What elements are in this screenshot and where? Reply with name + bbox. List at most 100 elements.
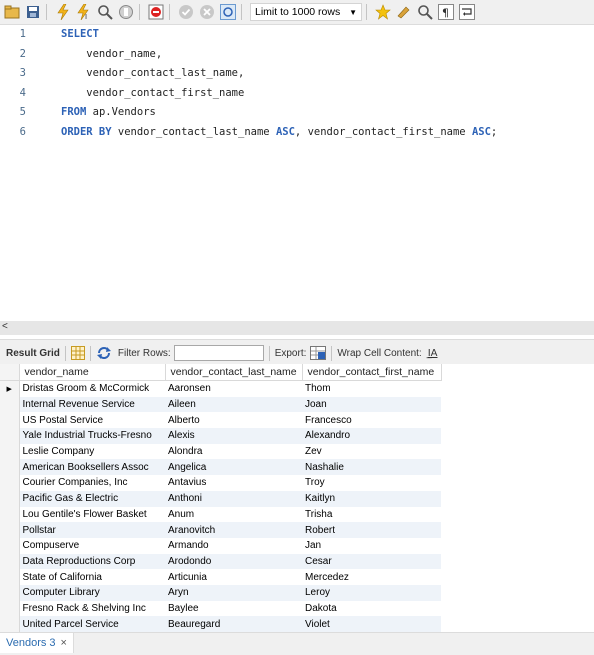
table-cell[interactable]: Dakota	[302, 600, 441, 617]
table-row[interactable]: Computer Library Aryn Leroy	[0, 584, 441, 601]
execute-current-icon[interactable]: I	[75, 3, 93, 21]
table-row[interactable]: ▶ Dristas Groom & McCormick Aaronsen Thom	[0, 380, 441, 397]
beautify-brush-icon[interactable]	[395, 3, 413, 21]
column-header[interactable]: vendor_contact_first_name	[302, 364, 442, 381]
table-cell[interactable]: Pollstar	[19, 522, 165, 538]
table-cell[interactable]: Alondra	[165, 443, 302, 460]
table-row[interactable]: Courier Companies, Inc Antavius Troy	[0, 475, 441, 491]
table-row[interactable]: Yale Industrial Trucks-Fresno Alexis Alexa…	[0, 428, 441, 444]
table-row[interactable]: State of California Articunia Mercedez	[0, 569, 441, 585]
table-cell[interactable]: Jan	[302, 537, 441, 554]
table-cell[interactable]: Alberto	[165, 412, 302, 429]
table-row[interactable]: Lou Gentile's Flower Basket Anum Trisha	[0, 506, 441, 523]
explain-icon[interactable]	[96, 3, 114, 21]
table-cell[interactable]: Anthoni	[165, 490, 302, 507]
table-cell[interactable]: Internal Revenue Service	[19, 396, 165, 413]
table-cell[interactable]: Angelica	[165, 459, 302, 476]
row-selector[interactable]	[0, 443, 20, 460]
code-line[interactable]: 1 SELECT	[0, 25, 594, 44]
table-cell[interactable]: Kaitlyn	[302, 490, 441, 507]
table-row[interactable]: US Postal Service Alberto Francesco	[0, 412, 441, 429]
wrap-cell-icon[interactable]: I̲A	[428, 348, 438, 359]
filter-rows-input[interactable]	[173, 345, 264, 361]
row-selector[interactable]	[0, 506, 20, 523]
stop-icon[interactable]	[117, 3, 135, 21]
table-cell[interactable]: Baylee	[165, 600, 302, 617]
grid-view-icon[interactable]	[70, 346, 85, 360]
table-cell[interactable]: Aranovitch	[165, 522, 302, 538]
table-row[interactable]: United Parcel Service Beauregard Violet	[0, 616, 441, 632]
result-grid[interactable]: vendor_name vendor_contact_last_name ven…	[0, 364, 594, 632]
table-cell[interactable]: Aileen	[165, 396, 302, 413]
table-cell[interactable]: Anum	[165, 506, 302, 523]
table-cell[interactable]: Trisha	[302, 506, 441, 523]
word-wrap-icon[interactable]	[458, 3, 476, 21]
code-line[interactable]: 3 vendor_contact_last_name,	[0, 64, 594, 83]
limit-rows-select[interactable]: Limit to 1000 rows ▼	[250, 3, 362, 21]
commit-icon[interactable]	[177, 3, 195, 21]
row-selector[interactable]	[0, 600, 20, 617]
table-cell[interactable]: Compuserve	[19, 537, 165, 554]
table-cell[interactable]: Pacific Gas & Electric	[19, 490, 165, 507]
table-row[interactable]: Fresno Rack & Shelving Inc Baylee Dakota	[0, 600, 441, 617]
sql-editor[interactable]: 1 SELECT 2 vendor_name, 3 vendor_contact_la…	[0, 25, 594, 321]
row-selector[interactable]	[0, 616, 20, 632]
table-cell[interactable]: Thom	[302, 380, 441, 397]
table-cell[interactable]: Nashalie	[302, 459, 441, 476]
result-tab[interactable]: Vendors 3 ×	[0, 633, 74, 653]
code-line[interactable]: 6 ORDER BY vendor_contact_last_name ASC, …	[0, 123, 594, 142]
table-cell[interactable]: Beauregard	[165, 616, 302, 632]
find-icon[interactable]	[416, 3, 434, 21]
code-line[interactable]: 4 vendor_contact_first_name	[0, 84, 594, 103]
row-selector[interactable]	[0, 553, 20, 570]
table-cell[interactable]: United Parcel Service	[19, 616, 165, 632]
table-row[interactable]: Pacific Gas & Electric Anthoni Kaitlyn	[0, 490, 441, 507]
rollback-icon[interactable]	[198, 3, 216, 21]
code-line[interactable]: 5 FROM ap.Vendors	[0, 103, 594, 122]
row-selector[interactable]	[0, 569, 20, 585]
table-cell[interactable]: American Booksellers Assoc	[19, 459, 165, 476]
add-snippet-star-icon[interactable]	[374, 3, 392, 21]
save-icon[interactable]	[24, 3, 42, 21]
table-row[interactable]: Compuserve Armando Jan	[0, 537, 441, 554]
table-cell[interactable]: Dristas Groom & McCormick	[19, 380, 165, 397]
table-row[interactable]: Pollstar Aranovitch Robert	[0, 522, 441, 538]
row-selector[interactable]	[0, 490, 20, 507]
table-cell[interactable]: Courier Companies, Inc	[19, 475, 165, 491]
row-selector[interactable]	[0, 396, 20, 413]
export-icon[interactable]	[310, 346, 327, 360]
table-cell[interactable]: Alexandro	[302, 428, 441, 444]
editor-horizontal-scrollbar[interactable]: <	[0, 321, 594, 335]
table-cell[interactable]: Aryn	[165, 584, 302, 601]
table-cell[interactable]: Yale Industrial Trucks-Fresno	[19, 428, 165, 444]
table-cell[interactable]: Mercedez	[302, 569, 441, 585]
table-cell[interactable]: Data Reproductions Corp	[19, 553, 165, 570]
table-cell[interactable]: Leslie Company	[19, 443, 165, 460]
code-line[interactable]: 2 vendor_name,	[0, 45, 594, 64]
row-selector[interactable]	[0, 537, 20, 554]
scroll-left-arrow[interactable]: <	[2, 321, 8, 332]
row-selector[interactable]	[0, 475, 20, 491]
execute-icon[interactable]	[54, 3, 72, 21]
table-cell[interactable]: Cesar	[302, 553, 441, 570]
table-cell[interactable]: Joan	[302, 396, 441, 413]
table-cell[interactable]: Articunia	[165, 569, 302, 585]
table-cell[interactable]: Computer Library	[19, 584, 165, 601]
row-selector[interactable]: ▶	[0, 380, 20, 397]
table-cell[interactable]: Violet	[302, 616, 441, 632]
table-row[interactable]: Data Reproductions Corp Arodondo Cesar	[0, 553, 441, 570]
toggle-error-stop-icon[interactable]	[147, 3, 165, 21]
table-cell[interactable]: US Postal Service	[19, 412, 165, 429]
table-cell[interactable]: Zev	[302, 443, 441, 460]
row-selector[interactable]	[0, 584, 20, 601]
table-cell[interactable]: Antavius	[165, 475, 302, 491]
table-row[interactable]: Internal Revenue Service Aileen Joan	[0, 396, 441, 413]
invisible-chars-icon[interactable]: ¶	[437, 3, 455, 21]
open-folder-icon[interactable]	[3, 3, 21, 21]
row-selector[interactable]	[0, 459, 20, 476]
table-cell[interactable]: Robert	[302, 522, 441, 538]
column-header[interactable]: vendor_name	[19, 364, 166, 381]
table-cell[interactable]: Troy	[302, 475, 441, 491]
table-row[interactable]: Leslie Company Alondra Zev	[0, 443, 441, 460]
column-header[interactable]: vendor_contact_last_name	[165, 364, 303, 381]
